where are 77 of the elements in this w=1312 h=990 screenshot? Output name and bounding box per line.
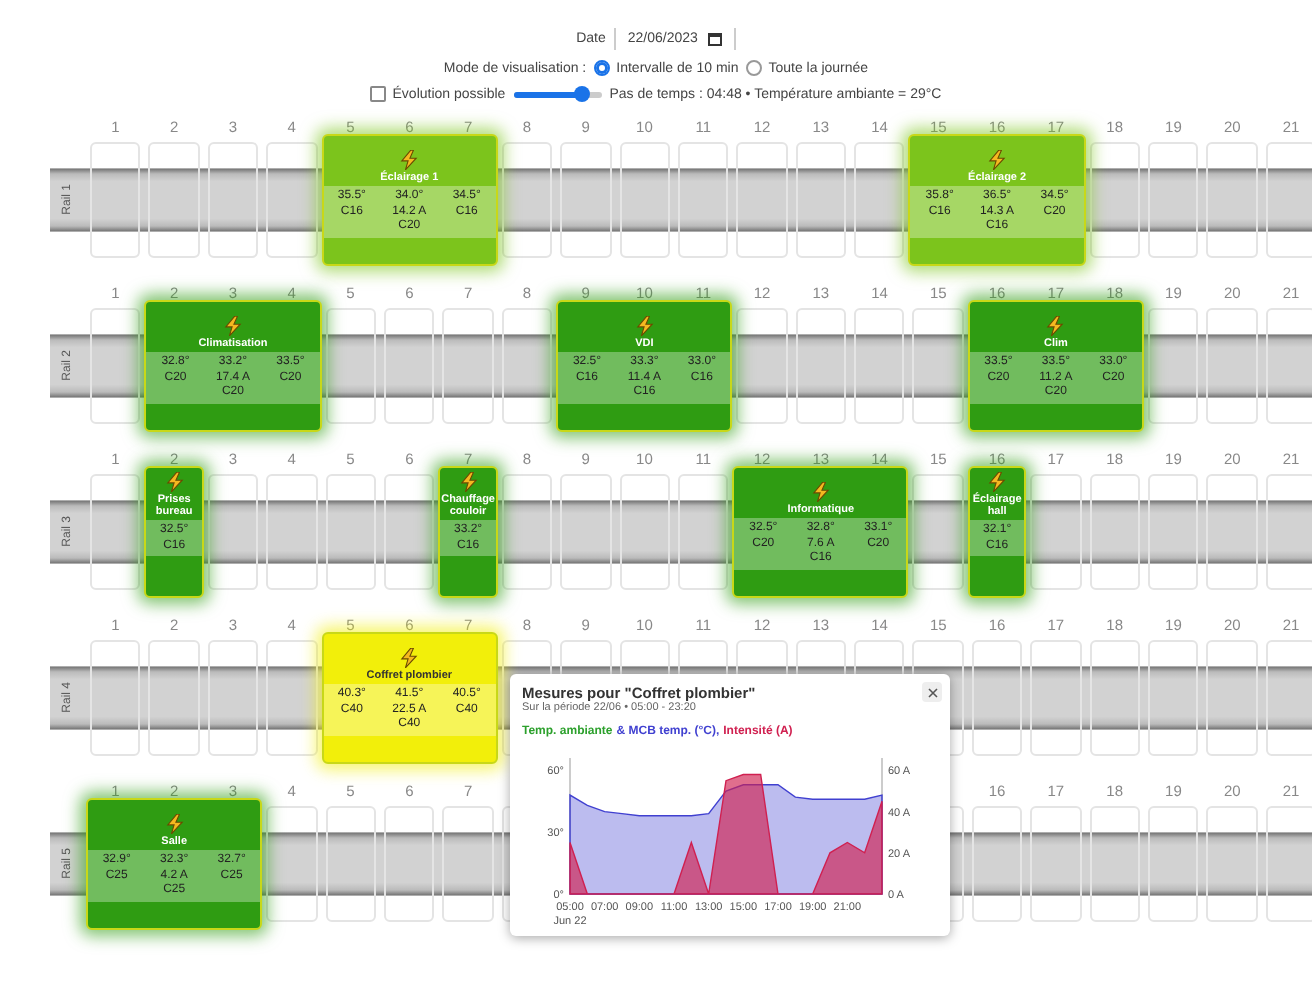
- module-slot: [1030, 806, 1082, 922]
- module-slot: [442, 308, 494, 424]
- lightning-icon: [223, 315, 242, 336]
- module-slot: [677, 142, 729, 258]
- module-slot: [736, 142, 788, 258]
- module-slot: [1148, 640, 1199, 756]
- lightning-icon: [988, 472, 1007, 492]
- module-slot: [1089, 640, 1141, 756]
- module-slot: [325, 474, 376, 590]
- module-slot: [148, 142, 200, 258]
- module-slot: [148, 640, 200, 756]
- module-slot: [1265, 308, 1312, 424]
- module-slot: [560, 474, 612, 590]
- module-slot: [90, 308, 141, 424]
- module-slot: [266, 640, 318, 756]
- module-slot: [501, 474, 553, 590]
- lightning-icon: [635, 315, 654, 336]
- module-slot: [1089, 806, 1141, 922]
- module-slot: [266, 806, 318, 922]
- lightning-icon: [400, 647, 419, 668]
- module-slot: [1265, 806, 1312, 922]
- module-slot: [501, 142, 553, 258]
- module-slot: [207, 474, 259, 590]
- module-slot: [501, 308, 553, 424]
- module-slot: [560, 142, 612, 258]
- lightning-icon: [811, 481, 830, 502]
- module-slot: [795, 308, 847, 424]
- module-slot: [90, 474, 141, 590]
- module-slot: [90, 640, 141, 756]
- module-slot: [1148, 308, 1199, 424]
- module-slot: [1206, 308, 1258, 424]
- module-slot: [207, 142, 259, 258]
- module-slot: [971, 640, 1023, 756]
- module-slot: [1265, 142, 1312, 258]
- time-slider[interactable]: [513, 91, 602, 97]
- module-slot: [1206, 474, 1258, 590]
- module-slot: [1265, 474, 1312, 590]
- calendar-icon: [707, 32, 722, 46]
- module-slot: [90, 142, 141, 258]
- module-slot: [736, 308, 788, 424]
- close-icon: [927, 687, 937, 697]
- module-slot: [1148, 474, 1199, 590]
- module-slot: [325, 308, 376, 424]
- module-slot: [619, 142, 670, 258]
- module-slot: [1030, 474, 1082, 590]
- close-button[interactable]: [922, 682, 942, 702]
- module-slot: [1206, 806, 1258, 922]
- module-slot: [207, 640, 259, 756]
- module-slot: [1265, 640, 1312, 756]
- module-slot: [619, 474, 670, 590]
- module-slot: [854, 142, 905, 258]
- lightning-icon: [400, 149, 419, 170]
- module-slot: [266, 474, 318, 590]
- module-slot: [1148, 806, 1199, 922]
- module-slot: [442, 806, 494, 922]
- module-slot: [1030, 640, 1082, 756]
- module-slot: [266, 142, 318, 258]
- module-slot: [383, 474, 435, 590]
- lightning-icon: [165, 472, 184, 492]
- module-slot: [383, 308, 435, 424]
- lightning-icon: [1046, 315, 1065, 336]
- module-slot: [383, 806, 435, 922]
- module-slot: [1089, 142, 1141, 258]
- lightning-icon: [459, 472, 478, 492]
- module-slot: [971, 806, 1023, 922]
- module-slot: [795, 142, 847, 258]
- module-slot: [1089, 474, 1141, 590]
- module-slot: [325, 806, 376, 922]
- module-slot: [677, 474, 729, 590]
- module-slot: [912, 474, 964, 590]
- module-slot: [854, 308, 905, 424]
- module-slot: [1206, 142, 1258, 258]
- module-slot: [1206, 640, 1258, 756]
- lightning-icon: [988, 149, 1007, 170]
- module-slot: [912, 308, 964, 424]
- lightning-icon: [165, 813, 184, 834]
- module-slot: [1148, 142, 1199, 258]
